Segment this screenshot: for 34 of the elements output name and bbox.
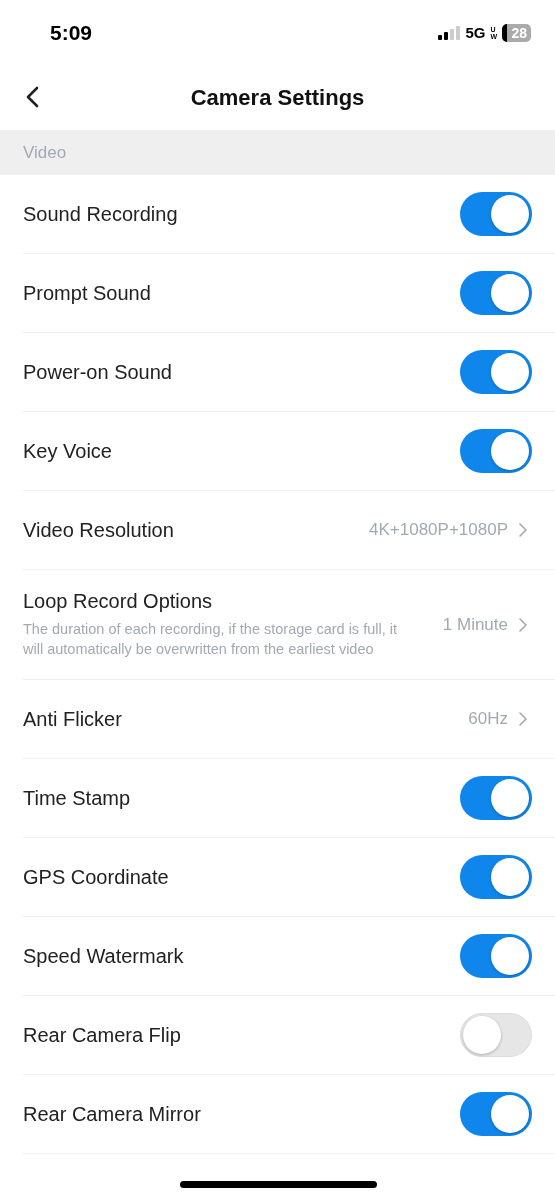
setting-label: GPS Coordinate xyxy=(23,865,170,889)
status-time: 5:09 xyxy=(50,20,93,45)
network-label: 5G xyxy=(465,24,486,41)
chevron-right-icon[interactable] xyxy=(518,711,528,727)
setting-description: The duration of each recording, if the storage card is full, it will automatically be overwritten from the earliest video xyxy=(23,620,398,659)
setting-label: Time Stamp xyxy=(23,786,132,810)
toggle-switch[interactable] xyxy=(460,1092,532,1136)
setting-label: Anti Flicker xyxy=(23,707,123,731)
setting-label: Power-on Sound xyxy=(23,360,173,384)
chevron-right-icon[interactable] xyxy=(518,616,528,633)
toggle-switch[interactable] xyxy=(460,776,532,820)
setting-value: 60Hz xyxy=(468,709,508,729)
setting-label: Video Resolution xyxy=(23,518,175,542)
toggle-switch[interactable] xyxy=(460,855,532,899)
setting-label: Sound Recording xyxy=(23,202,179,226)
setting-label: Prompt Sound xyxy=(23,281,152,305)
toggle-switch[interactable] xyxy=(460,271,532,315)
signal-icon xyxy=(438,25,461,40)
setting-label: Key Voice xyxy=(23,439,113,463)
setting-value: 1 Minute xyxy=(442,614,508,635)
setting-label: Speed Watermark xyxy=(23,944,185,968)
battery-indicator: 28 xyxy=(502,23,531,42)
toggle-switch[interactable] xyxy=(460,350,532,394)
setting-value: 4K+1080P+1080P xyxy=(369,520,508,540)
toggle-switch[interactable] xyxy=(460,1013,532,1057)
toggle-switch[interactable] xyxy=(460,429,532,473)
section-title: Video xyxy=(23,142,67,163)
setting-label: Rear Camera Mirror xyxy=(23,1102,202,1126)
chevron-right-icon[interactable] xyxy=(518,522,528,538)
setting-label: Rear Camera Flip xyxy=(23,1023,182,1047)
screen-title: Camera Settings xyxy=(190,84,365,111)
toggle-switch[interactable] xyxy=(460,192,532,236)
toggle-switch[interactable] xyxy=(460,934,532,978)
setting-label: Loop Record Options xyxy=(23,590,213,613)
